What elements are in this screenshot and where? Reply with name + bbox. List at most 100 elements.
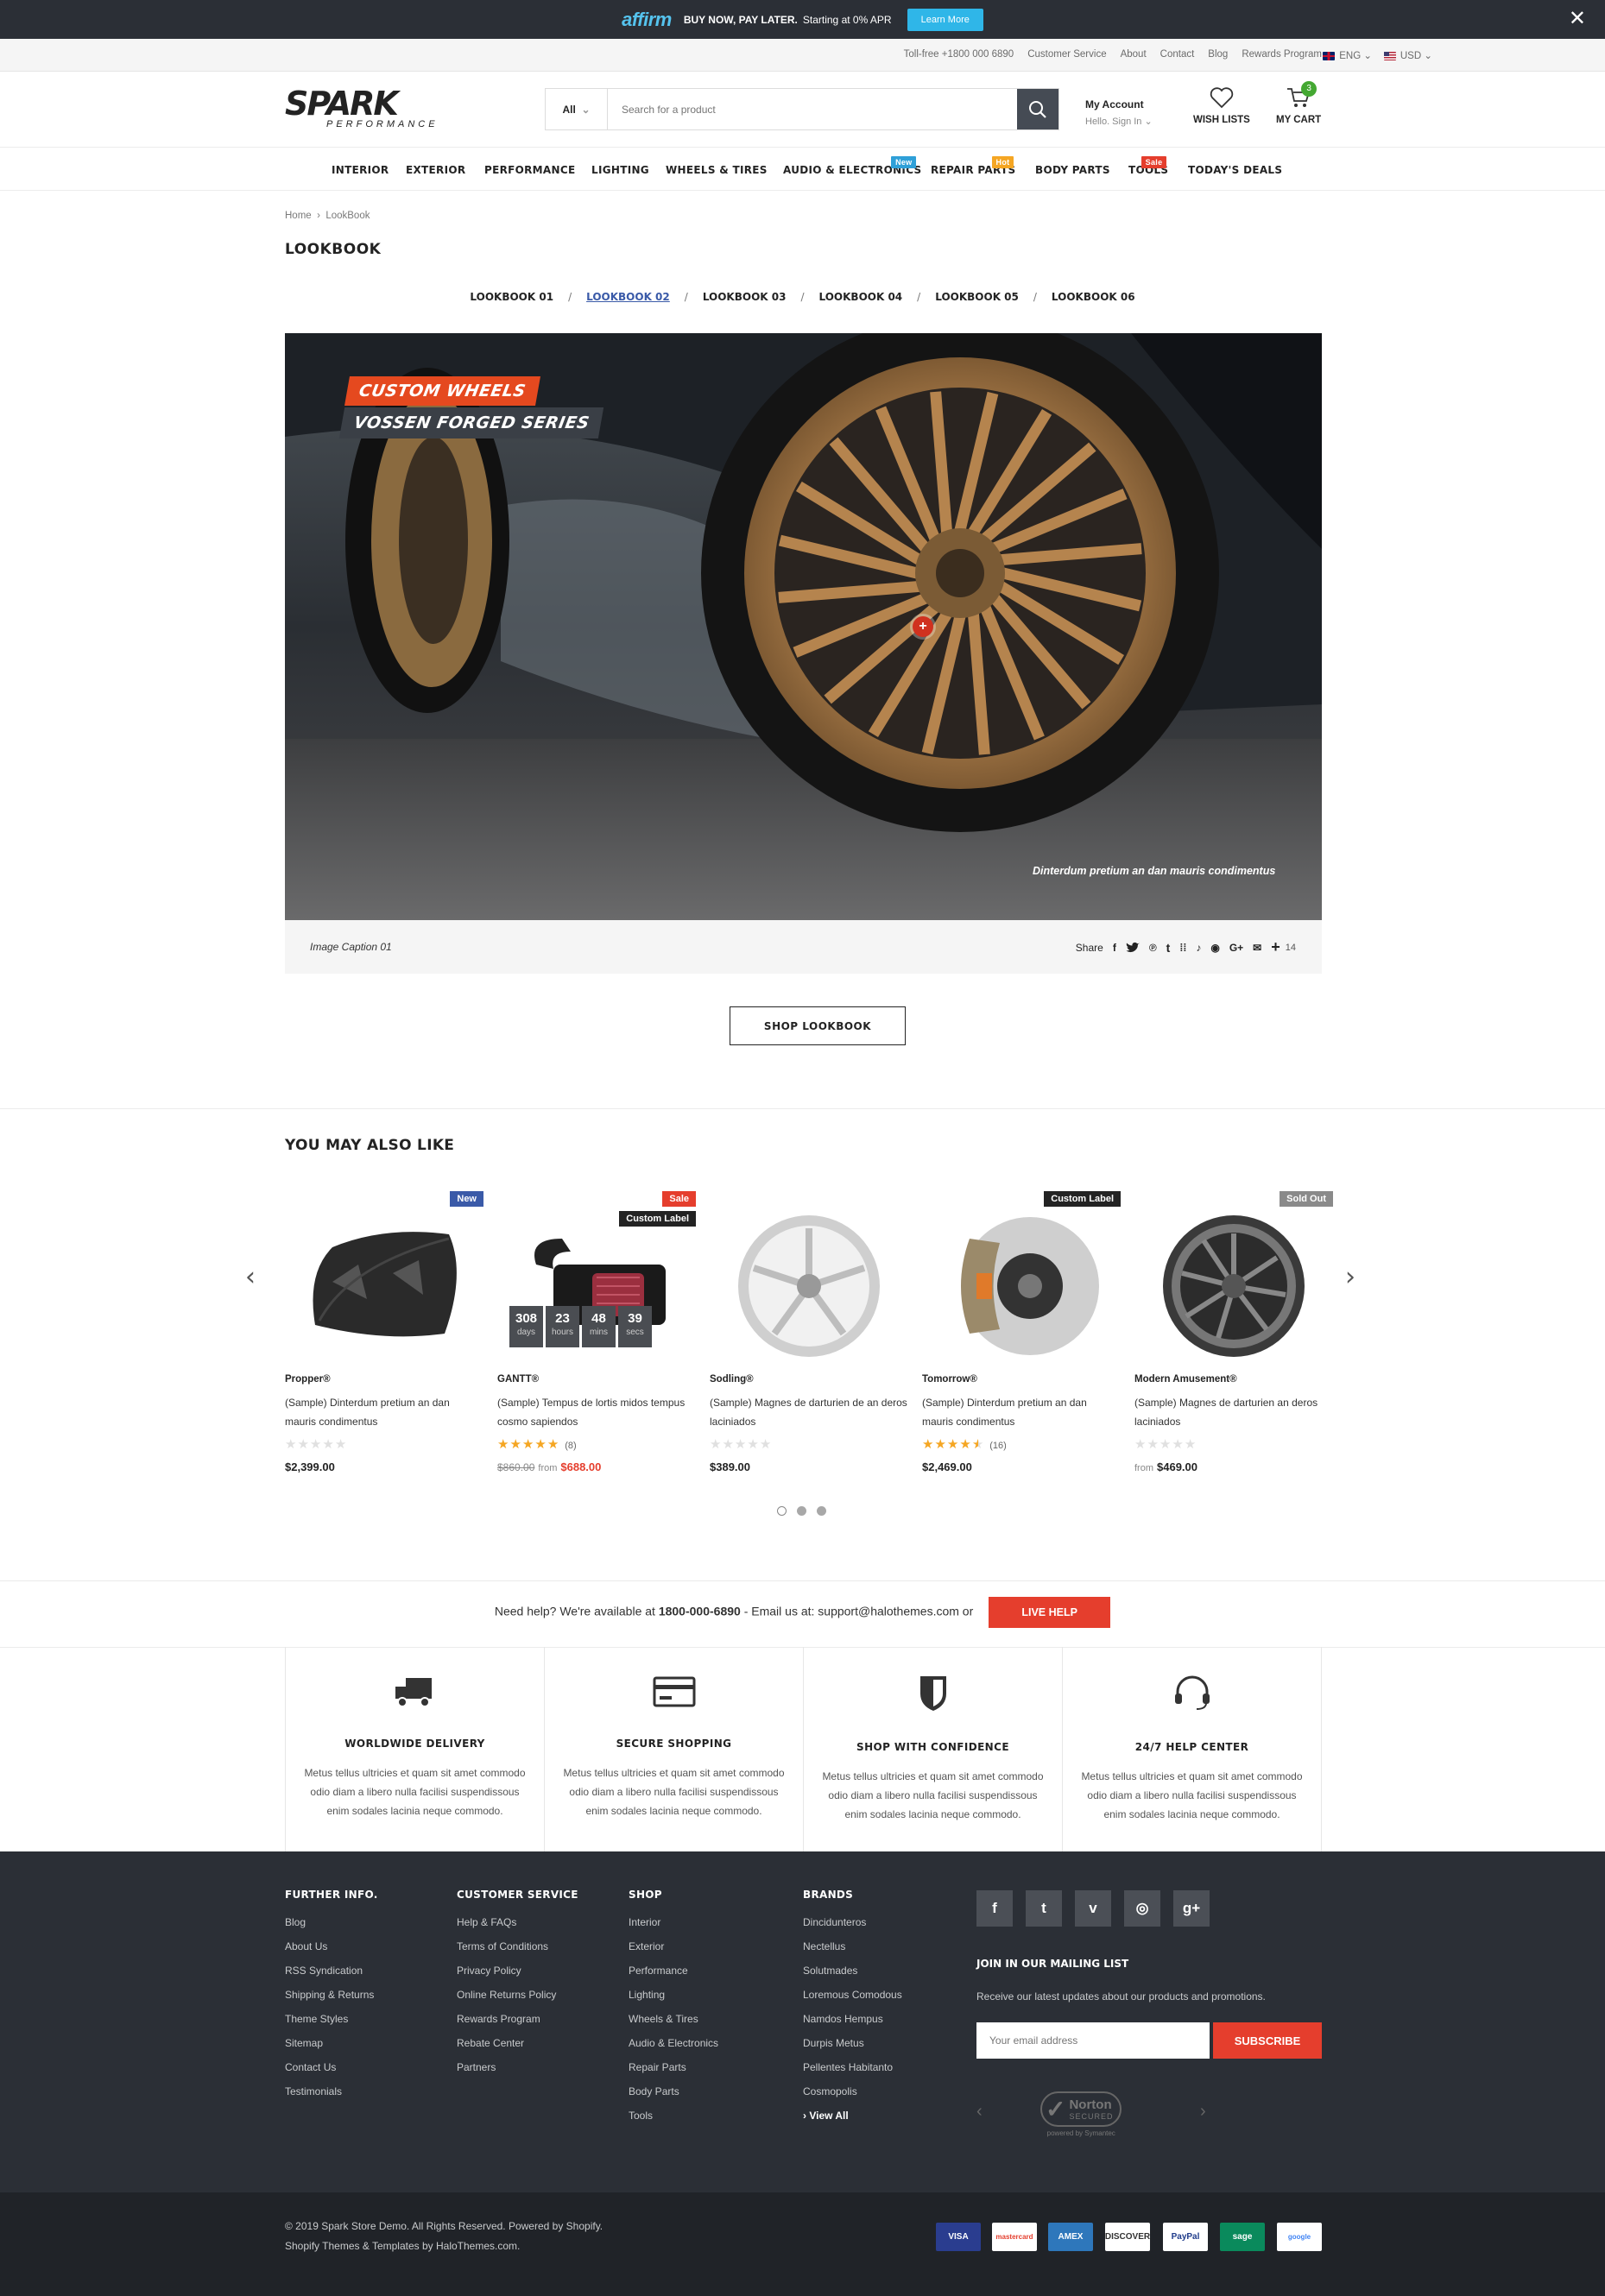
facebook-icon[interactable]: f [1113, 942, 1116, 954]
cart-link[interactable]: 3 MY CART [1276, 81, 1321, 125]
tab-lookbook[interactable]: LOOKBOOK 02 [586, 291, 670, 303]
nav-item[interactable]: LIGHTING [591, 164, 649, 176]
hotspot-plus-button[interactable]: + [913, 616, 933, 637]
product-brand[interactable]: Modern Amusement® [1134, 1374, 1333, 1385]
currency-selector[interactable]: USD ⌄ [1383, 49, 1432, 61]
top-link[interactable]: Toll-free +1800 000 6890 [904, 49, 1014, 60]
tab-lookbook[interactable]: LOOKBOOK 04 [819, 291, 903, 303]
product-brand[interactable]: Propper® [285, 1374, 483, 1385]
facebook-icon[interactable]: f [976, 1890, 1013, 1927]
footer-link[interactable]: Solutmades [803, 1965, 902, 1977]
product-brand[interactable]: Tomorrow® [922, 1374, 1121, 1385]
footer-link[interactable]: Interior [629, 1916, 718, 1928]
my-account[interactable]: My Account Hello. Sign In ⌄ [1085, 98, 1153, 127]
help-phone[interactable]: 1800-000-6890 [659, 1605, 741, 1618]
top-link[interactable]: Rewards Program [1242, 49, 1322, 60]
footer-link[interactable]: Rewards Program [457, 2013, 578, 2025]
close-icon[interactable]: ✕ [1569, 9, 1586, 29]
top-link[interactable]: About [1121, 49, 1147, 60]
subscribe-button[interactable]: SUBSCRIBE [1213, 2022, 1322, 2059]
footer-link[interactable]: Wheels & Tires [629, 2013, 718, 2025]
shop-lookbook-button[interactable]: SHOP LOOKBOOK [730, 1006, 906, 1045]
product-name[interactable]: (Sample) Tempus de lortis midos tempus c… [497, 1393, 696, 1431]
carousel-dot[interactable] [797, 1506, 806, 1516]
product-name[interactable]: (Sample) Magnes de darturien an deros la… [1134, 1393, 1333, 1431]
newsletter-email-input[interactable] [976, 2022, 1210, 2059]
footer-link[interactable]: Body Parts [629, 2085, 718, 2097]
footer-link[interactable]: Privacy Policy [457, 1965, 578, 1977]
footer-link[interactable]: Durpis Metus [803, 2037, 902, 2049]
view-all-link[interactable]: › View All [803, 2110, 902, 2122]
tab-lookbook[interactable]: LOOKBOOK 06 [1052, 291, 1135, 303]
product-card[interactable]: Sold Out Modern Amusement® (Sample) Magnes… [1134, 1191, 1333, 1473]
footer-link[interactable]: Cosmopolis [803, 2085, 902, 2097]
footer-link[interactable]: Tools [629, 2110, 718, 2122]
footer-link[interactable]: Rebate Center [457, 2037, 578, 2049]
chevron-left-icon[interactable]: ‹ [976, 2102, 983, 2122]
tab-lookbook[interactable]: LOOKBOOK 01 [470, 291, 553, 303]
google-plus-icon[interactable]: g+ [1173, 1890, 1210, 1927]
tumblr-icon[interactable]: t [1166, 941, 1171, 955]
tab-lookbook[interactable]: LOOKBOOK 05 [935, 291, 1019, 303]
product-card[interactable]: Sodling® (Sample) Magnes de darturien de … [710, 1191, 908, 1473]
footer-link[interactable]: Contact Us [285, 2061, 378, 2073]
footer-link[interactable]: Online Returns Policy [457, 1989, 578, 2001]
instagram-icon[interactable]: ◎ [1124, 1890, 1160, 1927]
product-brand[interactable]: Sodling® [710, 1374, 908, 1385]
footer-link[interactable]: Namdos Hempus [803, 2013, 902, 2025]
carousel-next-arrow[interactable]: › [1345, 1262, 1355, 1292]
site-logo[interactable]: SPARK PERFORMANCE [285, 87, 439, 129]
nav-item[interactable]: EXTERIOR [406, 164, 465, 176]
footer-link[interactable]: Terms of Conditions [457, 1940, 578, 1952]
footer-link[interactable]: Nectellus [803, 1940, 902, 1952]
product-brand[interactable]: GANTT® [497, 1374, 696, 1385]
footer-link[interactable]: Theme Styles [285, 2013, 378, 2025]
email-icon[interactable]: ✉ [1253, 942, 1261, 954]
vimeo-icon[interactable]: v [1075, 1890, 1111, 1927]
footer-link[interactable]: Sitemap [285, 2037, 378, 2049]
tab-lookbook[interactable]: LOOKBOOK 03 [703, 291, 787, 303]
reddit-icon[interactable]: ◉ [1210, 942, 1219, 954]
nav-item[interactable]: PERFORMANCE [484, 164, 575, 176]
footer-link[interactable]: Partners [457, 2061, 578, 2073]
stumbleupon-icon[interactable]: ♪ [1196, 942, 1201, 954]
footer-link[interactable]: Lighting [629, 1989, 718, 2001]
footer-link[interactable]: Shipping & Returns [285, 1989, 378, 2001]
top-link[interactable]: Contact [1160, 49, 1195, 60]
pinterest-icon[interactable]: ℗ [1149, 942, 1157, 954]
product-image[interactable] [710, 1191, 908, 1364]
top-link[interactable]: Blog [1208, 49, 1228, 60]
live-help-button[interactable]: LIVE HELP [989, 1597, 1111, 1628]
product-card[interactable]: Custom Label Tomorrow® (Sample) Dinterdum … [922, 1191, 1121, 1473]
learn-more-button[interactable]: Learn More [907, 8, 983, 31]
footer-link[interactable]: Performance [629, 1965, 718, 1977]
breadcrumb-home[interactable]: Home [285, 211, 312, 221]
footer-link[interactable]: Blog [285, 1916, 378, 1928]
footer-link[interactable]: Dincidunteros [803, 1916, 902, 1928]
carousel-dot[interactable] [817, 1506, 826, 1516]
top-link[interactable]: Customer Service [1027, 49, 1106, 60]
google-plus-icon[interactable]: G+ [1229, 942, 1243, 954]
footer-link[interactable]: Audio & Electronics [629, 2037, 718, 2049]
product-image[interactable]: Custom Label [922, 1191, 1121, 1364]
footer-link[interactable]: Pellentes Habitanto [803, 2061, 902, 2073]
footer-link[interactable]: Testimonials [285, 2085, 378, 2097]
search-category-select[interactable]: All ⌄ [546, 89, 608, 129]
language-selector[interactable]: ENG ⌄ [1323, 49, 1372, 61]
product-image[interactable]: New [285, 1191, 483, 1364]
nav-item[interactable]: BODY PARTS [1035, 164, 1110, 176]
nav-item[interactable]: AUDIO & ELECTRONICS New [783, 156, 921, 176]
footer-link[interactable]: RSS Syndication [285, 1965, 378, 1977]
footer-link[interactable]: Repair Parts [629, 2061, 718, 2073]
nav-item[interactable]: REPAIR PARTS Hot [931, 156, 1015, 176]
nav-item[interactable]: TODAY'S DEALS [1188, 164, 1282, 176]
plus-icon[interactable]: + [1271, 938, 1280, 956]
nav-item[interactable]: INTERIOR [332, 164, 389, 176]
carousel-dot[interactable] [777, 1506, 787, 1516]
product-card[interactable]: Sale Custom Label 308 days 23 hours 48 mins 39 se… [497, 1191, 696, 1473]
product-card[interactable]: New Propper® (Sample) Dinterdum pretium an… [285, 1191, 483, 1473]
search-button[interactable] [1017, 89, 1058, 129]
product-name[interactable]: (Sample) Dinterdum pretium an dan mauris… [285, 1393, 483, 1431]
footer-link[interactable]: Help & FAQs [457, 1916, 578, 1928]
product-name[interactable]: (Sample) Magnes de darturien de an deros… [710, 1393, 908, 1431]
